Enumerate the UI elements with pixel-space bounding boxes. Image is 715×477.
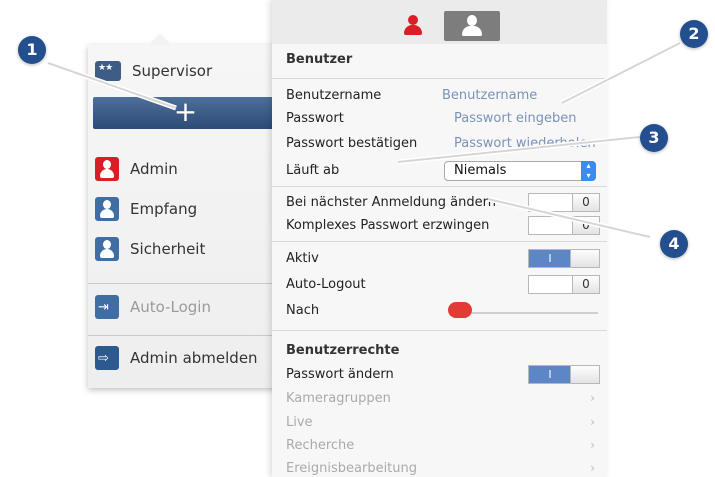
callout-1: 1	[18, 36, 46, 64]
callout-2: 2	[680, 20, 708, 48]
callout-4: 4	[660, 230, 688, 258]
callout-lines	[47, 40, 682, 240]
callout-3: 3	[640, 124, 668, 152]
